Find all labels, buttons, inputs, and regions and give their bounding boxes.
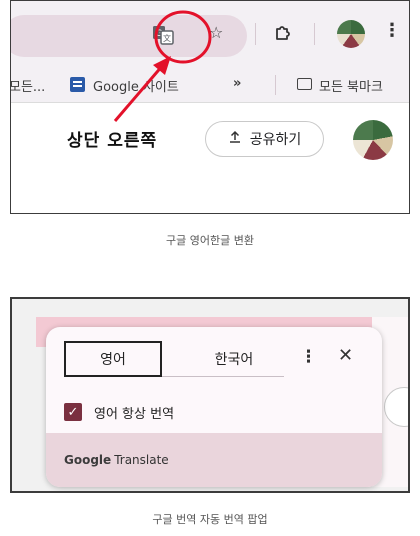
close-icon[interactable]: ✕: [338, 345, 353, 366]
tab-target-language[interactable]: 한국어: [184, 341, 284, 377]
tab-target-label: 한국어: [214, 352, 254, 368]
kebab-menu-icon[interactable]: ⋮: [300, 347, 317, 367]
figure-caption-2: 구글 번역 자동 번역 팝업: [152, 513, 268, 526]
popup-footer: Google Translate: [46, 433, 382, 487]
language-tabs: 영어 한국어: [64, 341, 284, 377]
tab-source-label: 영어: [100, 352, 126, 368]
always-translate-label: 영어 항상 번역: [94, 406, 175, 422]
figure-caption-1: 구글 영어한글 변환: [166, 234, 254, 247]
tab-source-language[interactable]: 영어: [64, 341, 162, 377]
google-logo-text: Google: [64, 453, 112, 467]
always-translate-option[interactable]: ✓ 영어 항상 번역: [64, 401, 174, 423]
translate-product-name: Translate: [114, 453, 169, 467]
highlight-overlay: [113, 10, 212, 122]
translate-popup-screenshot-frame: 영어 한국어 ⋮ ✕ ✓ 영어 항상 번역 Google Translate: [10, 297, 410, 493]
annotation-arrow: [113, 64, 165, 122]
chrome-screenshot-frame: G 文 ☆ ⋮ 모든... Google 사이트 » 모든 북마크 상단 오른쪽: [10, 0, 410, 214]
always-translate-checkbox[interactable]: ✓: [64, 403, 82, 421]
highlight-circle: [154, 10, 212, 64]
translate-popup: 영어 한국어 ⋮ ✕ ✓ 영어 항상 번역 Google Translate: [46, 327, 382, 487]
